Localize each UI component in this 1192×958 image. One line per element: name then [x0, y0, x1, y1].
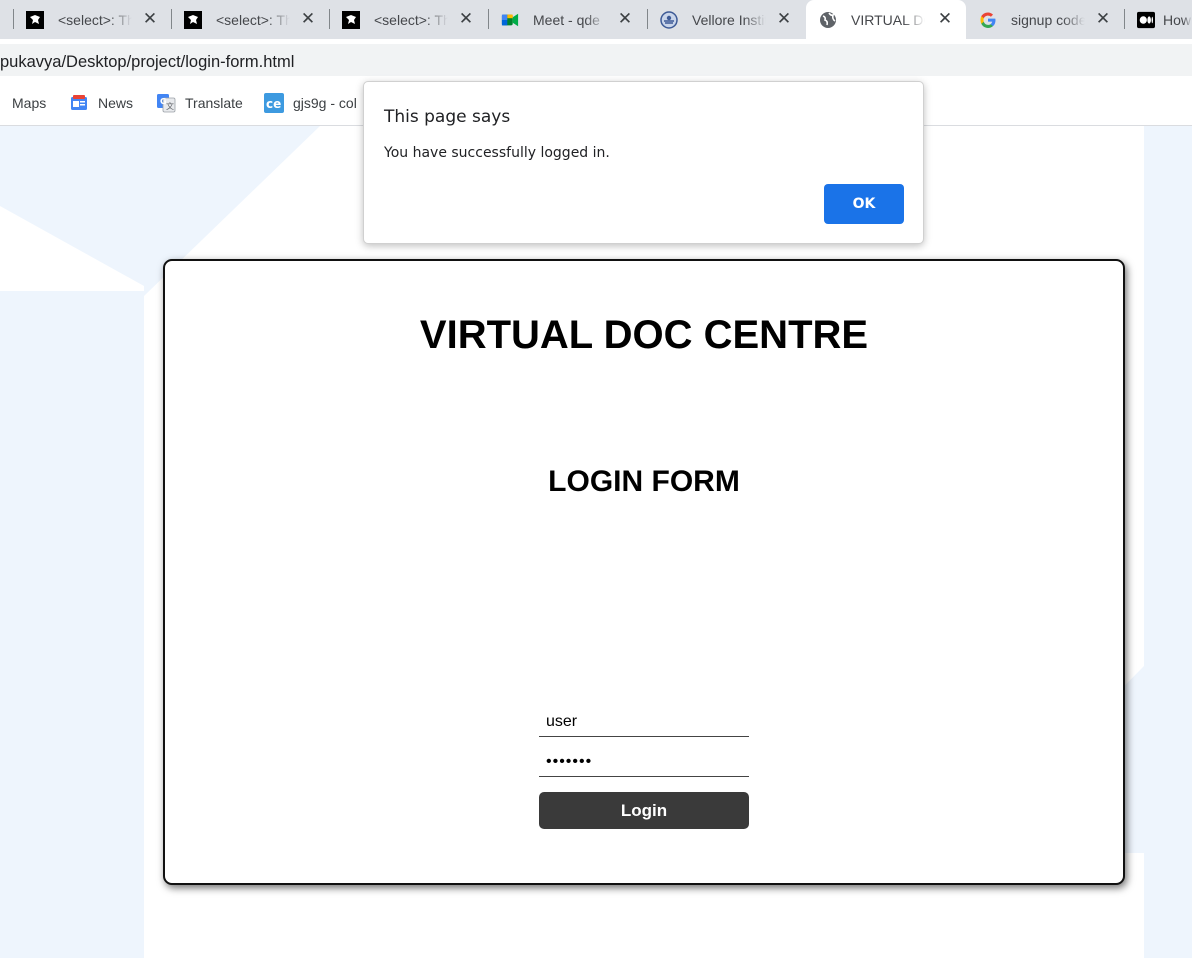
alert-dialog: This page says You have successfully log… — [363, 81, 924, 244]
globe-icon — [819, 11, 837, 29]
omnibox[interactable]: pukavya/Desktop/project/login-form.html — [0, 44, 1192, 76]
close-icon[interactable]: ✕ — [776, 11, 792, 28]
ce-icon: ce — [264, 93, 284, 113]
tab-signup-code[interactable]: signup code ✕ — [966, 0, 1124, 39]
tab-separator — [171, 9, 172, 29]
bookmark-label: gjs9g - col — [293, 95, 357, 111]
tab-select-element-3[interactable]: <select>: The HTML Select element ✕ — [329, 0, 487, 39]
tab-title: <select>: The HTML Select element — [216, 11, 290, 28]
svg-text:ce: ce — [266, 97, 281, 111]
tab-virtual-doc-centre[interactable]: VIRTUAL DOC CENTRE ✕ — [806, 0, 966, 39]
close-icon[interactable]: ✕ — [142, 11, 158, 28]
ok-button[interactable]: OK — [824, 184, 904, 224]
vit-logo-icon — [660, 10, 678, 29]
tab-title: signup code — [1011, 11, 1085, 28]
page-viewport: VIRTUAL DOC CENTRE LOGIN FORM Login — [0, 126, 1192, 958]
tab-title: <select>: The HTML Select element — [58, 11, 132, 28]
tab-select-element-1[interactable]: <select>: The HTML Select element ✕ — [13, 0, 171, 39]
bookmark-translate[interactable]: G文 Translate — [156, 92, 243, 114]
dialog-message: You have successfully logged in. — [384, 145, 610, 161]
svg-text:文: 文 — [166, 101, 174, 111]
form-title: LOGIN FORM — [548, 465, 740, 498]
bookmark-label: Translate — [185, 95, 243, 111]
tab-title: VIRTUAL DOC CENTRE — [851, 11, 925, 28]
close-icon[interactable]: ✕ — [1095, 11, 1111, 28]
password-input[interactable] — [539, 747, 749, 777]
close-icon[interactable]: ✕ — [937, 11, 953, 28]
mdn-dino-icon — [184, 10, 202, 29]
tab-separator — [329, 9, 330, 29]
translate-icon: G文 — [156, 93, 176, 113]
login-button[interactable]: Login — [539, 792, 749, 829]
site-title: VIRTUAL DOC CENTRE — [419, 313, 869, 357]
tab-select-element-2[interactable]: <select>: The HTML Select element ✕ — [171, 0, 329, 39]
news-icon — [69, 93, 89, 113]
dialog-title: This page says — [384, 107, 511, 127]
bookmark-label: Maps — [12, 95, 47, 111]
close-icon[interactable]: ✕ — [458, 11, 474, 28]
tab-vellore[interactable]: Vellore Institute ✕ — [647, 0, 805, 39]
tab-strip: <select>: The HTML Select element ✕ <sel… — [0, 0, 1192, 39]
close-icon[interactable]: ✕ — [617, 11, 633, 28]
google-meet-icon — [501, 11, 519, 29]
tab-separator — [13, 9, 14, 29]
tab-separator — [647, 9, 648, 29]
mdn-dino-icon — [26, 10, 44, 29]
medium-icon — [1137, 11, 1155, 29]
tab-title: <select>: The HTML Select element — [374, 11, 448, 28]
tab-title: Vellore Institute — [692, 11, 766, 28]
mdn-dino-icon — [342, 10, 360, 29]
tab-title: Meet - qde — [533, 11, 600, 28]
username-input[interactable] — [539, 707, 749, 737]
google-g-icon — [979, 11, 997, 29]
tab-title: How — [1163, 11, 1192, 28]
close-icon[interactable]: ✕ — [300, 11, 316, 28]
address-bar: pukavya/Desktop/project/login-form.html — [0, 39, 1192, 80]
bookmark-news[interactable]: News — [69, 92, 133, 114]
tab-separator — [1124, 9, 1125, 29]
tab-meet[interactable]: Meet - qde ✕ — [488, 0, 646, 39]
bookmark-maps[interactable]: Maps — [12, 92, 46, 114]
bookmark-gjs9g[interactable]: ce gjs9g - col — [264, 92, 357, 114]
login-card: VIRTUAL DOC CENTRE LOGIN FORM Login — [163, 259, 1125, 885]
tab-separator — [488, 9, 489, 29]
tab-how[interactable]: How — [1124, 0, 1192, 39]
url-text[interactable]: pukavya/Desktop/project/login-form.html — [0, 53, 294, 72]
bookmark-label: News — [98, 95, 134, 111]
